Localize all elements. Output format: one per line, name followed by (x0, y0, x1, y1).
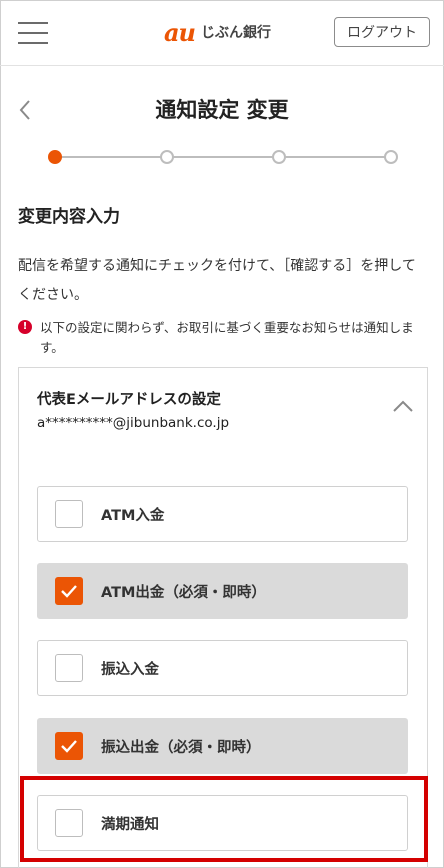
section-heading: 変更内容入力 (18, 207, 120, 227)
email-settings-label: 代表Eメールアドレスの設定 (37, 392, 221, 408)
option-label: ATM出金（必須・即時） (101, 584, 266, 601)
notice: ! 以下の設定に関わらず、お取引に基づく重要なお知らせは通知します。 (18, 318, 428, 358)
app-header: au じぶん銀行 ログアウト (0, 0, 444, 66)
checkmark-icon (61, 740, 77, 753)
checkbox[interactable] (55, 500, 83, 528)
step-2-dot (160, 150, 174, 164)
step-1-dot (48, 150, 62, 164)
checkmark-icon (61, 585, 77, 598)
highlight-box (20, 776, 428, 862)
checkbox[interactable] (55, 577, 83, 605)
stepper-line (56, 156, 390, 158)
notice-text: 以下の設定に関わらず、お取引に基づく重要なお知らせは通知します。 (40, 320, 414, 355)
checkbox[interactable] (55, 732, 83, 760)
alert-icon: ! (18, 320, 32, 334)
option-label: ATM入金 (101, 507, 165, 524)
option-label: 振込入金 (101, 661, 159, 678)
progress-stepper (48, 149, 398, 165)
option-label: 振込出金（必須・即時） (101, 739, 261, 756)
step-3-dot (272, 150, 286, 164)
hamburger-menu-icon[interactable] (18, 20, 48, 46)
checkbox[interactable] (55, 654, 83, 682)
option-atm-withdrawal[interactable]: ATM出金（必須・即時） (37, 563, 408, 619)
page-title: 通知設定 変更 (155, 98, 289, 122)
option-atm-deposit[interactable]: ATM入金 (37, 486, 408, 542)
chevron-up-icon[interactable] (391, 398, 415, 414)
option-transfer-in[interactable]: 振込入金 (37, 640, 408, 696)
bank-logo[interactable]: au じぶん銀行 (164, 17, 271, 47)
option-transfer-out[interactable]: 振込出金（必須・即時） (37, 718, 408, 774)
step-4-dot (384, 150, 398, 164)
logo-mark: au (164, 17, 196, 47)
email-address: a**********@jibunbank.co.jp (37, 415, 230, 431)
logout-button[interactable]: ログアウト (334, 17, 430, 47)
instruction-text: 配信を希望する通知にチェックを付けて、［確認する］を押してください。 (18, 258, 416, 303)
logo-text: じぶん銀行 (201, 25, 271, 41)
